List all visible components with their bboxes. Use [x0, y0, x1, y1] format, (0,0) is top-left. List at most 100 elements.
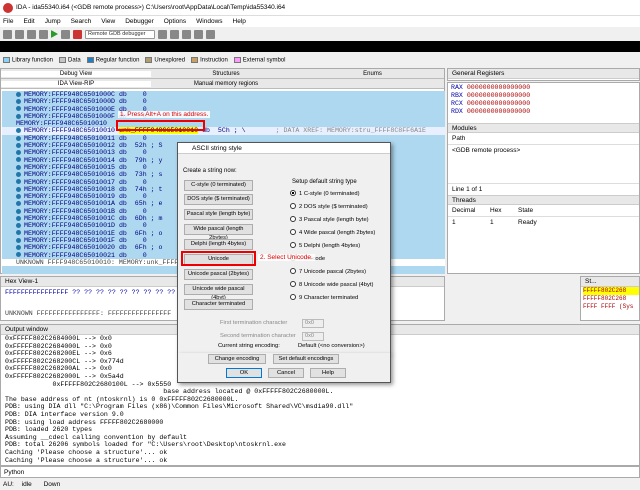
asm-line[interactable]: MEMORY:FFFF948C6501000F db 0: [2, 113, 445, 120]
menu-options[interactable]: Options: [164, 18, 186, 25]
tab-manual-memory-regions[interactable]: Manual memory regions: [151, 81, 301, 87]
radio-c-style[interactable]: 1 C-style (0 terminated): [290, 190, 360, 199]
window-titlebar: IDA - ida55340.i64 (<GDB remote process>…: [0, 0, 640, 16]
step-over-icon[interactable]: [170, 29, 179, 39]
top-tabs: Debug View Structures Enums: [1, 69, 444, 79]
legend-library-function: Library function: [3, 56, 53, 63]
thread-row[interactable]: 1 1 Ready: [448, 217, 639, 228]
python-input[interactable]: Python: [0, 466, 640, 478]
tab-ida-view-rip[interactable]: IDA View-RIP: [1, 80, 151, 87]
threads-title: Threads: [448, 195, 639, 205]
stop-icon[interactable]: [73, 29, 82, 39]
highlight-unicode-box: [181, 251, 256, 266]
radio-pascal-style[interactable]: 3 Pascal style (length byte): [290, 216, 369, 225]
save-icon[interactable]: [3, 29, 12, 39]
radio-unicode-pascal[interactable]: 7 Unicode pascal (2bytes): [290, 268, 366, 277]
debugger-select[interactable]: Remote GDB debugger: [85, 29, 155, 39]
registers-list: RAX 0000000000000000 RBX 000000000000000…: [448, 83, 639, 116]
modules-footer: Line 1 of 1: [448, 183, 639, 195]
first-termination-select[interactable]: 0x0: [302, 319, 324, 328]
asm-line[interactable]: MEMORY:FFFF948C65010010: [2, 120, 445, 127]
highlight-address-box: [116, 120, 205, 131]
register-row[interactable]: RCX 0000000000000000: [451, 100, 639, 108]
change-encoding-button[interactable]: Change encoding: [208, 354, 266, 364]
second-termination-label: Second termination character: [220, 333, 296, 339]
run-icon[interactable]: [51, 30, 58, 38]
menu-edit[interactable]: Edit: [23, 18, 34, 25]
set-default-encodings-button[interactable]: Set default encodings: [273, 354, 339, 364]
forward-icon[interactable]: [27, 29, 36, 39]
unicode-wide-pascal-button[interactable]: Unicode wide pascal (4byt): [184, 284, 253, 301]
ok-button[interactable]: OK: [226, 368, 262, 378]
ascii-string-style-dialog: ASCII string style Create a string now: …: [177, 142, 391, 354]
menu-jump[interactable]: Jump: [45, 18, 61, 25]
output-line: Assuming __cdecl calling convention by d…: [5, 433, 188, 441]
module-item[interactable]: <GDB remote process>: [448, 145, 639, 183]
radio-unicode-wide-pascal[interactable]: 8 Unicode wide pascal (4byt): [290, 281, 373, 290]
output-line: PDB: DIA interface version 9.0: [5, 410, 124, 418]
threads-header: Decimal Hex State: [448, 205, 639, 217]
menu-help[interactable]: Help: [233, 18, 246, 25]
output-line: PDB: total 26206 symbols loaded for "C:\…: [5, 441, 286, 449]
menu-debugger[interactable]: Debugger: [125, 18, 154, 25]
create-string-label: Create a string now:: [183, 168, 237, 174]
stack-pane: St... FFFFF802C268 FFFFF802C268 FFFF FFF…: [580, 276, 640, 321]
open-icon[interactable]: [39, 29, 48, 39]
stack-list[interactable]: FFFFF802C268 FFFFF802C268 FFFF FFFF (Sys: [581, 287, 639, 311]
menubar: File Edit Jump Search View Debugger Opti…: [0, 16, 640, 27]
pascal-style-button[interactable]: Pascal style (length byte): [184, 209, 253, 220]
dialog-footer: Current string encoding: Default (<no co…: [177, 343, 391, 383]
radio-character-terminated[interactable]: 9 Character terminated: [290, 294, 358, 303]
pause-icon[interactable]: [61, 29, 70, 39]
second-termination-select[interactable]: 0x0: [302, 332, 324, 341]
delphi-button[interactable]: Delphi (length 4bytes): [184, 239, 253, 250]
output-line: base address located @ 0xFFFFF802C268000…: [5, 388, 334, 396]
asm-line[interactable]: MEMORY:FFFF948C6501000E db 0: [2, 106, 445, 113]
status-bar: AU: idle Down: [0, 479, 640, 490]
radio-dos-style[interactable]: 2 DOS style ($ terminated): [290, 203, 368, 212]
modules-path-header[interactable]: Path: [448, 133, 639, 145]
status-mode: AU:: [3, 481, 14, 488]
menu-view[interactable]: View: [101, 18, 115, 25]
radio-wide-pascal[interactable]: 4 Wide pascal (length 2bytes): [290, 229, 375, 238]
register-row[interactable]: RBX 0000000000000000: [451, 92, 639, 100]
right-pane: RAX 0000000000000000 RBX 000000000000000…: [447, 82, 640, 274]
first-termination-label: First termination character: [220, 320, 288, 326]
back-icon[interactable]: [15, 29, 24, 39]
wide-pascal-button[interactable]: Wide pascal (length 2bytes): [184, 224, 253, 241]
legend-instruction: Instruction: [191, 56, 228, 63]
current-encoding-value: Default (<no conversion>): [298, 343, 365, 349]
output-line: Caching 'Please choose a structure'... o…: [5, 456, 168, 464]
radio-delphi[interactable]: 5 Delphi (length 4bytes): [290, 242, 360, 251]
menu-search[interactable]: Search: [71, 18, 92, 25]
output-line: PDB: loaded 2620 types: [5, 426, 93, 434]
dos-style-button[interactable]: DOS style ($ terminated): [184, 194, 253, 205]
legend: Library function Data Regular function U…: [0, 55, 640, 65]
asm-line[interactable]: MEMORY:FFFF948C6501000D db 0: [2, 98, 445, 105]
breakpoint-icon[interactable]: [206, 29, 215, 39]
menu-windows[interactable]: Windows: [196, 18, 222, 25]
cancel-button[interactable]: Cancel: [268, 368, 304, 378]
tab-enums[interactable]: Enums: [301, 71, 444, 77]
step-into-icon[interactable]: [158, 29, 167, 39]
character-terminated-button[interactable]: Character terminated: [184, 299, 253, 310]
c-style-button[interactable]: C-style (0 terminated): [184, 180, 253, 191]
output-line: Caching 'Please choose a structure'... o…: [5, 448, 168, 456]
register-row[interactable]: RDX 0000000000000000: [451, 108, 639, 116]
asm-line[interactable]: MEMORY:FFFF948C6501000C db 0: [2, 91, 445, 98]
navigation-band[interactable]: [0, 41, 640, 52]
tab-structures[interactable]: Structures: [151, 71, 301, 77]
tab-debug-view[interactable]: Debug View: [1, 70, 151, 77]
legend-regular-function: Regular function: [86, 56, 139, 63]
step-out-icon[interactable]: [194, 29, 203, 39]
menu-file[interactable]: File: [3, 18, 13, 25]
output-line: PDB: using DIA dll "C:\Program Files (x8…: [5, 403, 354, 411]
registers-title: General Registers: [448, 69, 639, 79]
help-button[interactable]: Help: [310, 368, 346, 378]
asm-line-selected[interactable]: MEMORY:FFFF948C65010010 unk_FFFF948C6501…: [2, 127, 445, 135]
asm-line[interactable]: MEMORY:FFFF948C65010011 db 0: [2, 135, 445, 142]
unicode-pascal-button[interactable]: Unicode pascal (2bytes): [184, 269, 253, 280]
legend-data: Data: [59, 56, 81, 63]
register-row[interactable]: RAX 0000000000000000: [451, 84, 639, 92]
run-to-cursor-icon[interactable]: [182, 29, 191, 39]
